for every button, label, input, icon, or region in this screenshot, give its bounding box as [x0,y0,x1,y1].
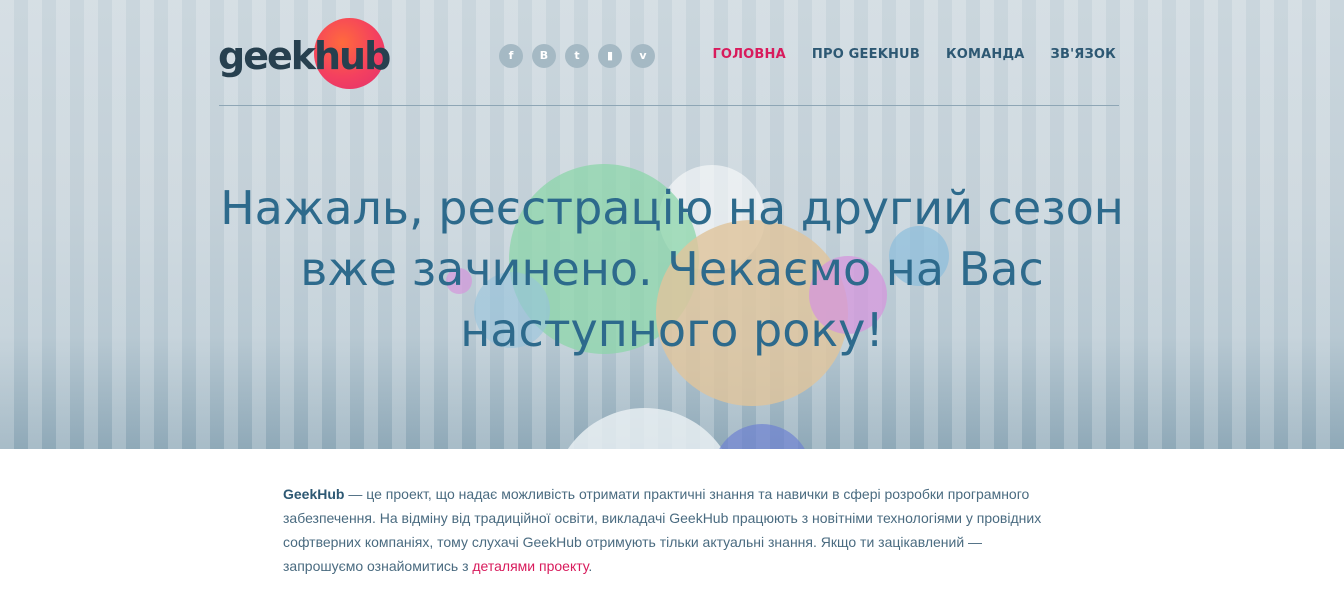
facebook-icon[interactable]: f [499,44,523,68]
geekhub-logo[interactable]: geek hub [218,18,391,90]
decorative-bubble [713,424,811,449]
headline-line-2: вже зачинено. Чекаємо на Вас [300,242,1044,296]
youtube-icon[interactable]: ▮ [598,44,622,68]
nav-item-contact[interactable]: ЗВ'ЯЗОК [1051,47,1116,62]
logo-text-geek: geek [218,34,316,78]
headline-line-3: наступного року! [460,303,884,357]
main-nav: ГОЛОВНА ПРО GEEKHUB КОМАНДА ЗВ'ЯЗОК [712,47,1116,62]
twitter-icon[interactable]: t [565,44,589,68]
hero-banner: geek hub f B t ▮ v ГОЛОВНА ПРО GEEKHUB К… [0,0,1344,449]
brand-name: GeekHub [283,486,345,502]
project-details-link[interactable]: деталями проекту [472,558,588,574]
nav-item-home[interactable]: ГОЛОВНА [712,47,785,62]
headline-line-1: Нажаль, реєстрацію на другий сезон [220,181,1124,235]
nav-item-about[interactable]: ПРО GEEKHUB [812,47,920,62]
vkontakte-icon[interactable]: B [532,44,556,68]
about-text-end: . [588,558,593,574]
vimeo-icon[interactable]: v [631,44,655,68]
hero-headline: Нажаль, реєстрацію на другий сезон вже з… [200,178,1144,361]
nav-item-team[interactable]: КОМАНДА [946,47,1025,62]
about-paragraph: GeekHub — це проект, що надає можливість… [283,482,1063,578]
logo-text-hub: hub [314,34,391,78]
decorative-bubble [552,408,738,449]
social-links: f B t ▮ v [499,44,655,68]
about-text: — це проект, що надає можливість отримат… [283,486,1042,574]
header-divider [219,105,1119,106]
